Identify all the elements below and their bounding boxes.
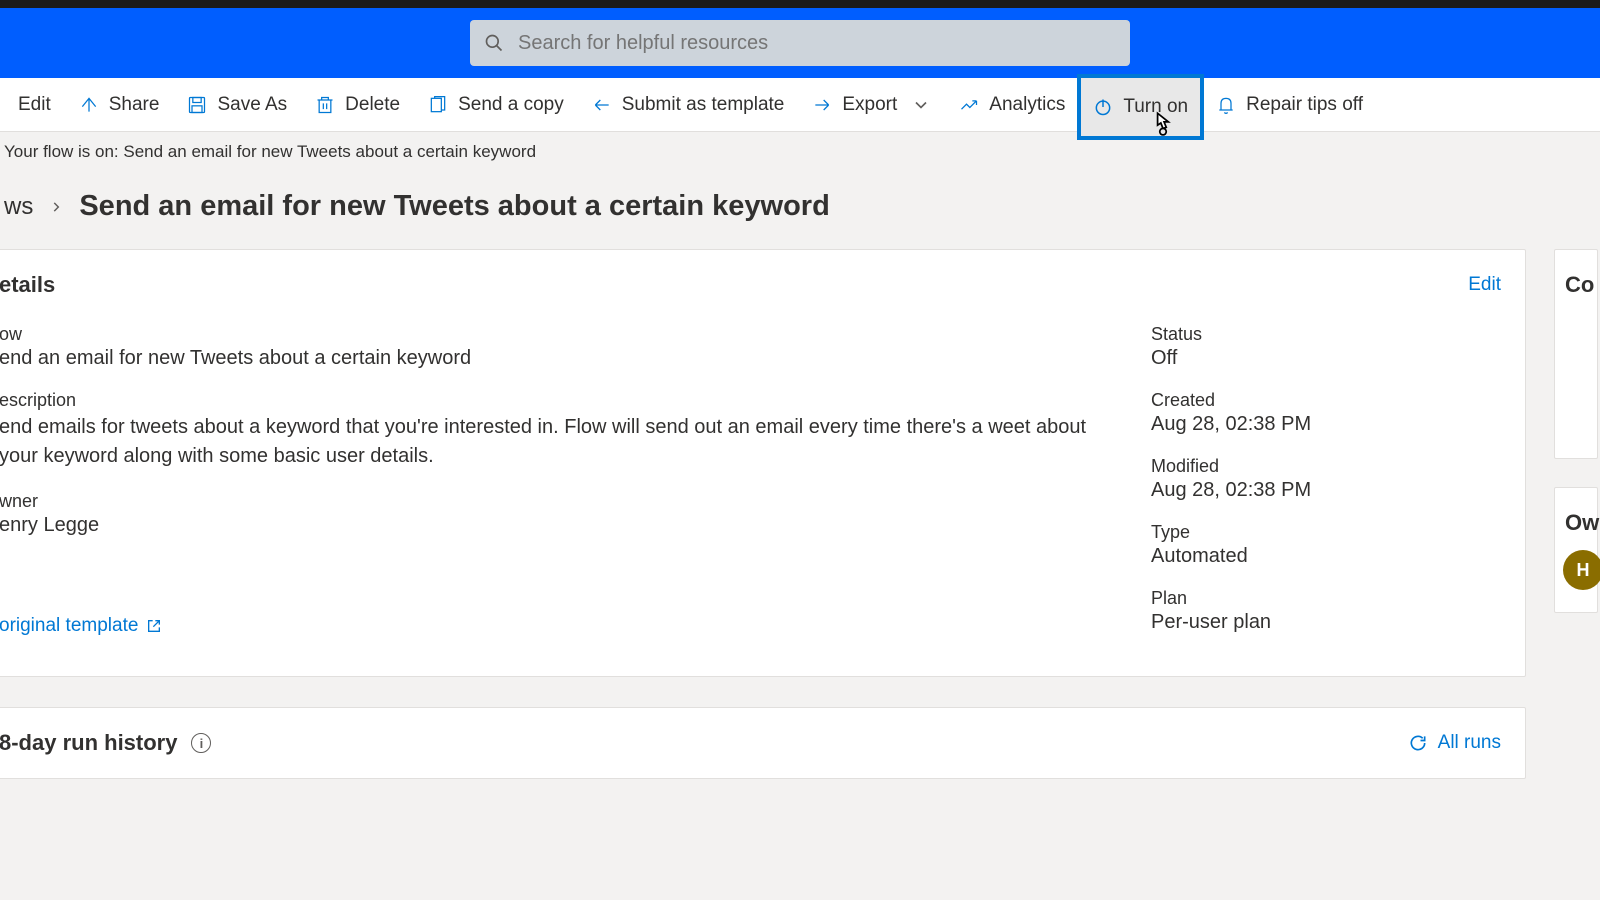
external-link-icon: [146, 618, 162, 634]
content-row: etails Edit ow end an email for new Twee…: [0, 249, 1600, 677]
edit-button[interactable]: Edit: [4, 78, 65, 131]
turn-on-label: Turn on: [1123, 96, 1188, 118]
status-value: Off: [1151, 347, 1501, 370]
breadcrumb: ws Send an email for new Tweets about a …: [0, 172, 1600, 249]
status-label: Status: [1151, 324, 1501, 345]
analytics-icon: [959, 95, 979, 115]
flow-name-label: ow: [0, 324, 1111, 345]
search-input[interactable]: [518, 32, 1116, 55]
analytics-button[interactable]: Analytics: [945, 78, 1079, 131]
share-icon: [79, 95, 99, 115]
delete-button[interactable]: Delete: [301, 78, 414, 131]
browser-chrome-strip: [0, 0, 1600, 8]
repair-tips-button[interactable]: Repair tips off: [1202, 78, 1377, 131]
submit-icon: [592, 95, 612, 115]
turn-on-button[interactable]: Turn on: [1079, 76, 1202, 138]
created-label: Created: [1151, 390, 1501, 411]
all-runs-link[interactable]: All runs: [1408, 732, 1501, 754]
owners-card: Ow H: [1554, 487, 1598, 613]
export-icon: [812, 95, 832, 115]
save-as-button[interactable]: Save As: [173, 78, 301, 131]
command-toolbar: Edit Share Save As Delete Send a copy Su…: [0, 78, 1600, 132]
owner-value: enry Legge: [0, 514, 1111, 537]
all-runs-label: All runs: [1438, 732, 1501, 754]
export-label: Export: [842, 94, 897, 116]
plan-label: Plan: [1151, 588, 1501, 609]
flow-name-value: end an email for new Tweets about a cert…: [0, 347, 1111, 370]
modified-value: Aug 28, 02:38 PM: [1151, 479, 1501, 502]
chevron-down-icon: [911, 95, 931, 115]
copy-icon: [428, 95, 448, 115]
details-edit-link[interactable]: Edit: [1468, 274, 1501, 296]
original-template-link[interactable]: original template: [0, 615, 162, 637]
flow-status-message: Your flow is on: Send an email for new T…: [0, 132, 1600, 172]
owners-heading: Ow: [1565, 510, 1587, 536]
send-copy-button[interactable]: Send a copy: [414, 78, 578, 131]
edit-label: Edit: [18, 94, 51, 116]
details-heading: etails: [0, 272, 55, 298]
bell-icon: [1216, 95, 1236, 115]
connections-heading: Co: [1565, 272, 1587, 298]
owner-label: wner: [0, 491, 1111, 512]
chevron-right-icon: [49, 200, 63, 214]
search-icon: [484, 33, 504, 53]
owner-avatar[interactable]: H: [1563, 550, 1600, 590]
type-label: Type: [1151, 522, 1501, 543]
top-header-bar: [0, 8, 1600, 78]
details-card: etails Edit ow end an email for new Twee…: [0, 249, 1526, 677]
details-left-column: ow end an email for new Tweets about a c…: [0, 324, 1111, 654]
power-icon: [1093, 97, 1113, 117]
submit-template-button[interactable]: Submit as template: [578, 78, 799, 131]
connections-card: Co: [1554, 249, 1598, 459]
search-box[interactable]: [470, 20, 1130, 66]
details-right-column: StatusOff CreatedAug 28, 02:38 PM Modifi…: [1151, 324, 1501, 654]
page-title: Send an email for new Tweets about a cer…: [79, 190, 829, 223]
share-label: Share: [109, 94, 160, 116]
share-button[interactable]: Share: [65, 78, 174, 131]
description-label: escription: [0, 390, 1111, 411]
description-value: end emails for tweets about a keyword th…: [0, 413, 1111, 471]
save-icon: [187, 95, 207, 115]
trash-icon: [315, 95, 335, 115]
send-copy-label: Send a copy: [458, 94, 564, 116]
run-history-card: 8-day run history i All runs: [0, 707, 1526, 779]
type-value: Automated: [1151, 545, 1501, 568]
modified-label: Modified: [1151, 456, 1501, 477]
submit-template-label: Submit as template: [622, 94, 785, 116]
run-history-title: 8-day run history: [0, 730, 177, 756]
plan-value: Per-user plan: [1151, 611, 1501, 634]
delete-label: Delete: [345, 94, 400, 116]
save-as-label: Save As: [217, 94, 287, 116]
created-value: Aug 28, 02:38 PM: [1151, 413, 1501, 436]
info-icon[interactable]: i: [191, 733, 211, 753]
refresh-icon: [1408, 733, 1428, 753]
breadcrumb-parent[interactable]: ws: [4, 193, 33, 221]
template-link-text: original template: [0, 615, 138, 637]
repair-tips-label: Repair tips off: [1246, 94, 1363, 116]
analytics-label: Analytics: [989, 94, 1065, 116]
export-button[interactable]: Export: [798, 78, 945, 131]
